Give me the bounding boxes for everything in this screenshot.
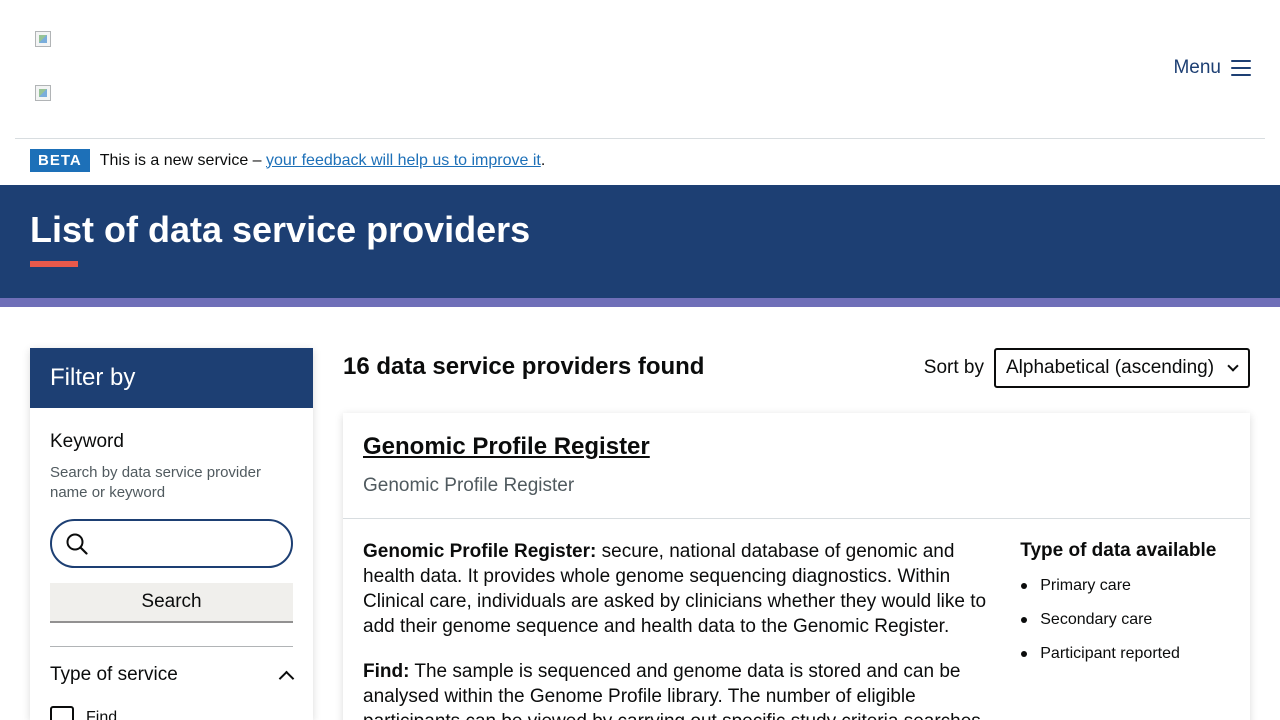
beta-banner: BETA This is a new service – your feedba… [30, 149, 545, 172]
sort-control: Sort by Alphabetical (ascending) [924, 348, 1250, 388]
page-title: List of data service providers [30, 209, 531, 250]
provider-title-link[interactable]: Genomic Profile Register [363, 433, 650, 461]
filter-option-find[interactable]: Find [50, 706, 293, 720]
hamburger-icon [1231, 60, 1251, 76]
menu-label: Menu [1173, 57, 1221, 78]
find-label: Find: [363, 661, 410, 682]
menu-button[interactable]: Menu [1173, 57, 1251, 79]
filter-panel: Filter by Keyword Search by data service… [30, 348, 313, 720]
hero-accent-strip [0, 298, 1280, 307]
beta-text: This is a new service – [99, 151, 262, 169]
find-text: The sample is sequenced and genome data … [363, 661, 986, 720]
list-item: Secondary care [1020, 610, 1230, 644]
find-paragraph: Find: The sample is sequenced and genome… [363, 659, 1000, 720]
data-types-panel: Type of data available Primary care Seco… [1020, 539, 1230, 720]
list-item: Participant reported [1020, 644, 1230, 678]
keyword-label: Keyword [50, 431, 124, 452]
provider-description: Genomic Profile Register: secure, nation… [363, 539, 1000, 720]
broken-partner-logo-image[interactable] [35, 85, 51, 101]
beta-suffix: . [540, 151, 546, 169]
filter-title: Filter by [30, 348, 313, 408]
data-types-list: Primary care Secondary care Participant … [1020, 576, 1230, 678]
beta-tag: BETA [30, 149, 90, 172]
feedback-link[interactable]: your feedback will help us to improve it [266, 152, 541, 170]
chevron-up-icon [279, 668, 293, 682]
broken-logo-image[interactable] [35, 31, 51, 47]
chevron-down-icon [1228, 363, 1238, 373]
page-hero: List of data service providers [0, 185, 1280, 298]
filter-divider [50, 646, 293, 647]
title-accent-bar [30, 261, 78, 267]
site-header: Menu [15, 0, 1265, 139]
list-item: Primary care [1020, 576, 1230, 610]
search-icon [66, 533, 88, 555]
keyword-search-input[interactable] [50, 519, 293, 568]
description-paragraph: Genomic Profile Register: secure, nation… [363, 539, 1000, 639]
description-label: Genomic Profile Register: [363, 541, 597, 562]
sort-label: Sort by [923, 357, 984, 378]
keyword-hint: Search by data service provider name or … [50, 464, 261, 501]
provider-subtitle: Genomic Profile Register [363, 475, 575, 496]
sort-selected-value: Alphabetical (ascending) [1006, 357, 1215, 378]
type-of-service-label: Type of service [50, 664, 178, 685]
sort-select[interactable]: Alphabetical (ascending) [994, 348, 1250, 388]
search-button[interactable]: Search [50, 583, 293, 623]
type-of-service-toggle[interactable]: Type of service [50, 664, 293, 686]
find-checkbox[interactable] [50, 706, 74, 720]
provider-card: Genomic Profile Register Genomic Profile… [343, 413, 1250, 720]
data-types-title: Type of data available [1020, 540, 1217, 561]
filter-option-label: Find [86, 709, 118, 720]
results-count: 16 data service providers found [343, 353, 705, 380]
